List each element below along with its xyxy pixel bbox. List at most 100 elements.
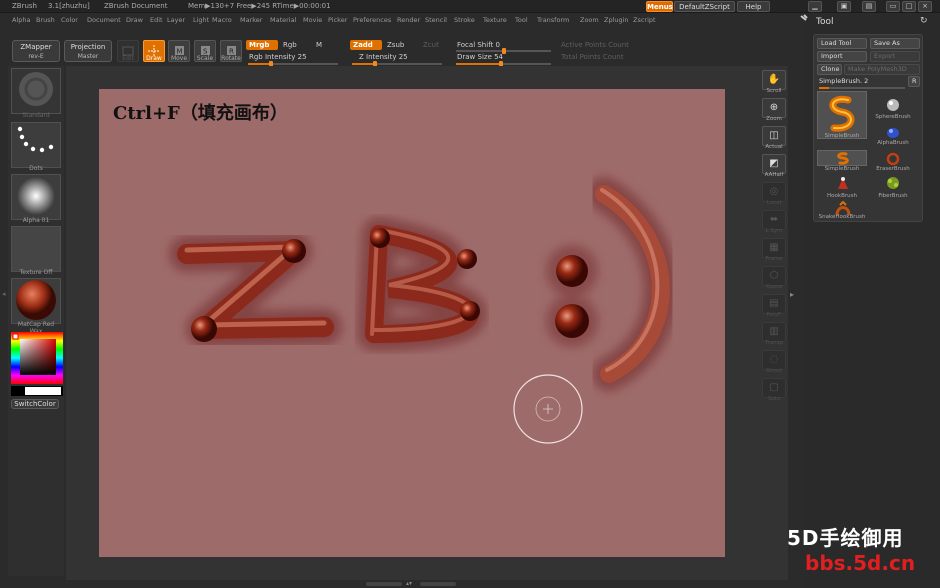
bottom-scroll-right[interactable] [420,582,456,586]
menu-light[interactable]: Light [193,16,209,24]
menu-material[interactable]: Material [270,16,296,24]
zsub-toggle[interactable]: Zsub [384,40,407,50]
minimize-icon[interactable]: ▁ [808,1,822,12]
menu-marker[interactable]: Marker [240,16,262,24]
bottom-scroll-left[interactable] [366,582,402,586]
menu-render[interactable]: Render [397,16,420,24]
local-button[interactable]: ◎ [762,182,786,202]
actual-button[interactable]: ◫ [762,126,786,146]
aahalf-button[interactable]: ◩ [762,154,786,174]
brush-standard-thumbnail[interactable] [11,68,61,114]
simplebrush-small-icon[interactable] [817,150,867,166]
spherebrush-icon[interactable] [880,97,906,113]
clone-button[interactable]: Clone [817,64,842,75]
stroke-dots-thumbnail[interactable] [11,122,61,168]
menu-edit[interactable]: Edit [150,16,163,24]
menu-zscript[interactable]: Zscript [633,16,656,24]
default-zscript-button[interactable]: DefaultZScript [674,1,735,12]
bottom-panel-toggle-icon[interactable]: ▴▾ [406,580,412,587]
xpose-button[interactable]: ⬡ [762,266,786,286]
xpose-label: Xpose [765,284,783,290]
frame-button[interactable]: ▦ [762,238,786,258]
left-panel-toggle-icon[interactable]: ◂ [2,290,7,304]
close-icon[interactable]: × [918,1,932,12]
menu-picker[interactable]: Picker [328,16,347,24]
menu-tool[interactable]: Tool [515,16,528,24]
zmapper-sub-label: rev-E [28,53,44,60]
menu-brush[interactable]: Brush [36,16,55,24]
menu-document[interactable]: Document [87,16,121,24]
projection-sub-label: Master [77,53,99,60]
layout-icon[interactable]: ▣ [837,1,851,12]
maximize-icon[interactable]: □ [902,1,916,12]
save-as-button[interactable]: Save As [870,38,920,49]
projection-master-button[interactable]: Projection Master [64,40,112,62]
ghost-button[interactable]: ◌ [762,350,786,370]
polyf-button[interactable]: ▤ [762,294,786,314]
switch-color-button[interactable]: SwitchColor [11,399,59,409]
fiberbrush-icon[interactable] [880,175,906,191]
zoom-button[interactable]: ⊕ [762,98,786,118]
menu-color[interactable]: Color [61,16,78,24]
alphabrush-icon[interactable] [880,125,906,141]
scroll-button[interactable]: ✋ [762,70,786,90]
menu-texture[interactable]: Texture [483,16,507,24]
menu-layer[interactable]: Layer [167,16,185,24]
snakehookbrush-label: SnakeHookBrush [818,214,866,220]
menu-draw[interactable]: Draw [126,16,143,24]
z-intensity-slider[interactable] [352,61,442,67]
solo-button[interactable]: ▢ [762,378,786,398]
document-canvas[interactable]: Ctrl+F（填充画布） [99,89,725,557]
r-button[interactable]: R [908,76,920,87]
app-version: 3.1[zhuzhu] [48,2,90,10]
transp-button[interactable]: ▥ [762,322,786,342]
active-points-count: Active Points Count [561,41,629,49]
alpha-thumbnail[interactable] [11,174,61,220]
lsym-label: L.Sym [765,228,783,234]
mrgb-toggle[interactable]: Mrgb [246,40,278,50]
total-points-count: Total Points Count [561,53,624,61]
material-thumbnail[interactable] [11,278,61,324]
watermark-url: bbs.5d.cn [805,551,916,575]
texture-thumbnail[interactable] [11,226,61,272]
rgb-intensity-label: Rgb Intensity 25 [249,53,307,61]
draw-size-slider[interactable] [456,61,551,67]
window-icon[interactable]: ▭ [886,1,900,12]
menu-zoom[interactable]: Zoom [580,16,599,24]
menu-preferences[interactable]: Preferences [353,16,391,24]
make-polymesh-button[interactable]: Make PolyMesh3D [844,64,920,75]
export-button[interactable]: Export [870,51,920,62]
color-picker[interactable] [11,332,63,384]
zcut-toggle[interactable]: Zcut [420,40,442,50]
menu-movie[interactable]: Movie [303,16,322,24]
right-panel-toggle-icon[interactable]: ▸ [790,290,798,304]
lock-icon[interactable]: ▤ [862,1,876,12]
refresh-icon[interactable]: ↻ [920,16,928,26]
lsym-button[interactable]: ⬌ [762,210,786,230]
menu-alpha[interactable]: Alpha [12,16,30,24]
menu-transform[interactable]: Transform [537,16,569,24]
rgb-intensity-slider[interactable] [248,61,338,67]
secondary-color-swatch[interactable] [11,386,63,396]
primary-color-swatch[interactable] [25,387,61,395]
menu-macro[interactable]: Macro [212,16,232,24]
zmapper-button[interactable]: ZMapper rev-E [12,40,60,62]
top-shelf: ZMapper rev-E Projection Master M S R Ed… [0,28,800,68]
menu-zplugin[interactable]: Zplugin [604,16,629,24]
tool-slider[interactable] [819,87,905,89]
import-button[interactable]: Import [817,51,867,62]
m-toggle[interactable]: M [313,40,325,50]
zadd-toggle[interactable]: Zadd [350,40,382,50]
menus-button[interactable]: Menus [646,1,673,12]
menu-stencil[interactable]: Stencil [425,16,447,24]
menu-bar: Alpha Brush Color Document Draw Edit Layer Ligh… [0,14,800,27]
help-button[interactable]: Help [737,1,770,12]
fiberbrush-label: FiberBrush [878,193,908,199]
actual-label: Actual [765,144,783,150]
eraserbrush-icon[interactable] [880,152,906,166]
hookbrush-icon[interactable] [830,175,856,191]
menu-stroke[interactable]: Stroke [454,16,475,24]
selected-tool-preview[interactable] [817,91,867,139]
rgb-toggle[interactable]: Rgb [280,40,300,50]
load-tool-button[interactable]: Load Tool [817,38,867,49]
